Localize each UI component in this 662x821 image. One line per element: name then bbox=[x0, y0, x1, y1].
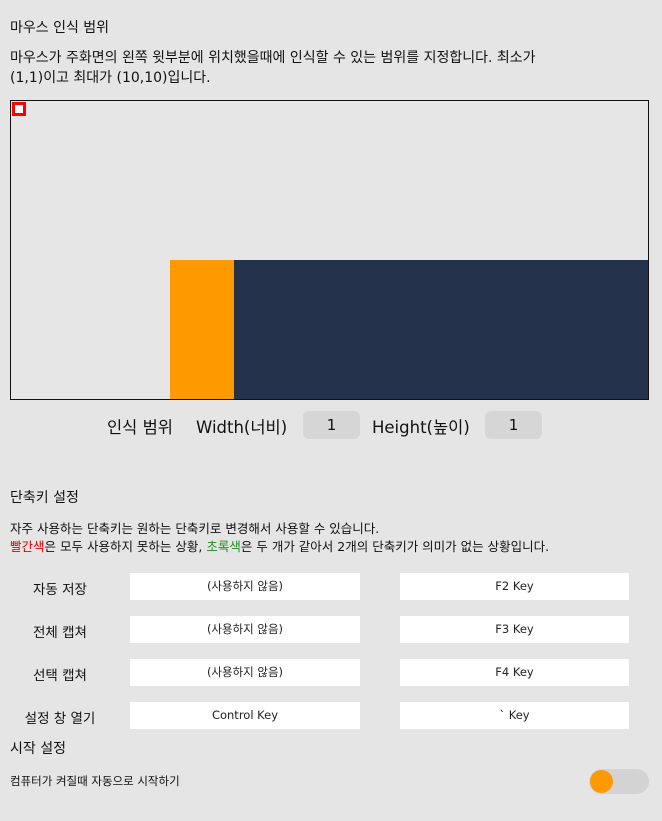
autostart-toggle[interactable] bbox=[589, 769, 649, 794]
shortcut-autosave-key1[interactable]: (사용하지 않음) bbox=[130, 573, 360, 600]
shortcut-fullcapture-key2[interactable]: F3 Key bbox=[400, 616, 629, 643]
shortcut-selectcapture-key1[interactable]: (사용하지 않음) bbox=[130, 659, 360, 686]
mouse-range-desc-line1: 마우스가 주화면의 왼쪽 윗부분에 위치했을때에 인식할 수 있는 범위를 지정… bbox=[10, 50, 536, 66]
shortcut-desc-line2: 빨간색은 모두 사용하지 못하는 상황, 초록색은 두 개가 같아서 2개의 단… bbox=[10, 536, 549, 555]
shortcut-autosave-key2[interactable]: F2 Key bbox=[400, 573, 629, 600]
toggle-knob bbox=[590, 770, 613, 793]
shortcut-fullcapture-key1[interactable]: (사용하지 않음) bbox=[130, 616, 360, 643]
shortcut-title: 단축키 설정 bbox=[10, 490, 79, 506]
shortcut-opensettings-key1[interactable]: Control Key bbox=[130, 702, 360, 729]
width-label: Width(너비) bbox=[196, 418, 288, 437]
mouse-range-desc-line2: (1,1)이고 최대가 (10,10)입니다. bbox=[10, 70, 211, 86]
shortcut-selectcapture-key2[interactable]: F4 Key bbox=[400, 659, 629, 686]
mouse-range-title: 마우스 인식 범위 bbox=[10, 20, 110, 36]
desc-mid1: 은 모두 사용하지 못하는 상황, bbox=[44, 539, 207, 554]
desc-mid2: 은 두 개가 같아서 2개의 단축키가 의미가 없는 상황입니다. bbox=[240, 539, 550, 554]
range-marker bbox=[12, 102, 26, 116]
shortcut-label-autosave: 자동 저장 bbox=[33, 582, 87, 598]
preview-navy-block bbox=[234, 260, 648, 399]
range-preview-area bbox=[10, 100, 649, 400]
shortcut-opensettings-key2[interactable]: ` Key bbox=[400, 702, 629, 729]
shortcut-label-fullcapture: 전체 캡쳐 bbox=[33, 625, 87, 641]
range-label: 인식 범위 bbox=[107, 418, 173, 437]
green-legend: 초록색 bbox=[206, 539, 241, 554]
red-legend: 빨간색 bbox=[10, 539, 45, 554]
shortcut-label-opensettings: 설정 창 열기 bbox=[24, 711, 96, 727]
shortcut-label-selectcapture: 선택 캡쳐 bbox=[33, 668, 87, 684]
autostart-label: 컴퓨터가 켜질때 자동으로 시작하기 bbox=[10, 774, 180, 788]
height-label: Height(높이) bbox=[372, 418, 470, 437]
width-input[interactable]: 1 bbox=[303, 411, 360, 439]
height-input[interactable]: 1 bbox=[485, 411, 542, 439]
shortcut-desc-line1: 자주 사용하는 단축키는 원하는 단축키로 변경해서 사용할 수 있습니다. bbox=[10, 521, 380, 536]
startup-title: 시작 설정 bbox=[10, 741, 66, 757]
preview-orange-block bbox=[170, 260, 234, 399]
